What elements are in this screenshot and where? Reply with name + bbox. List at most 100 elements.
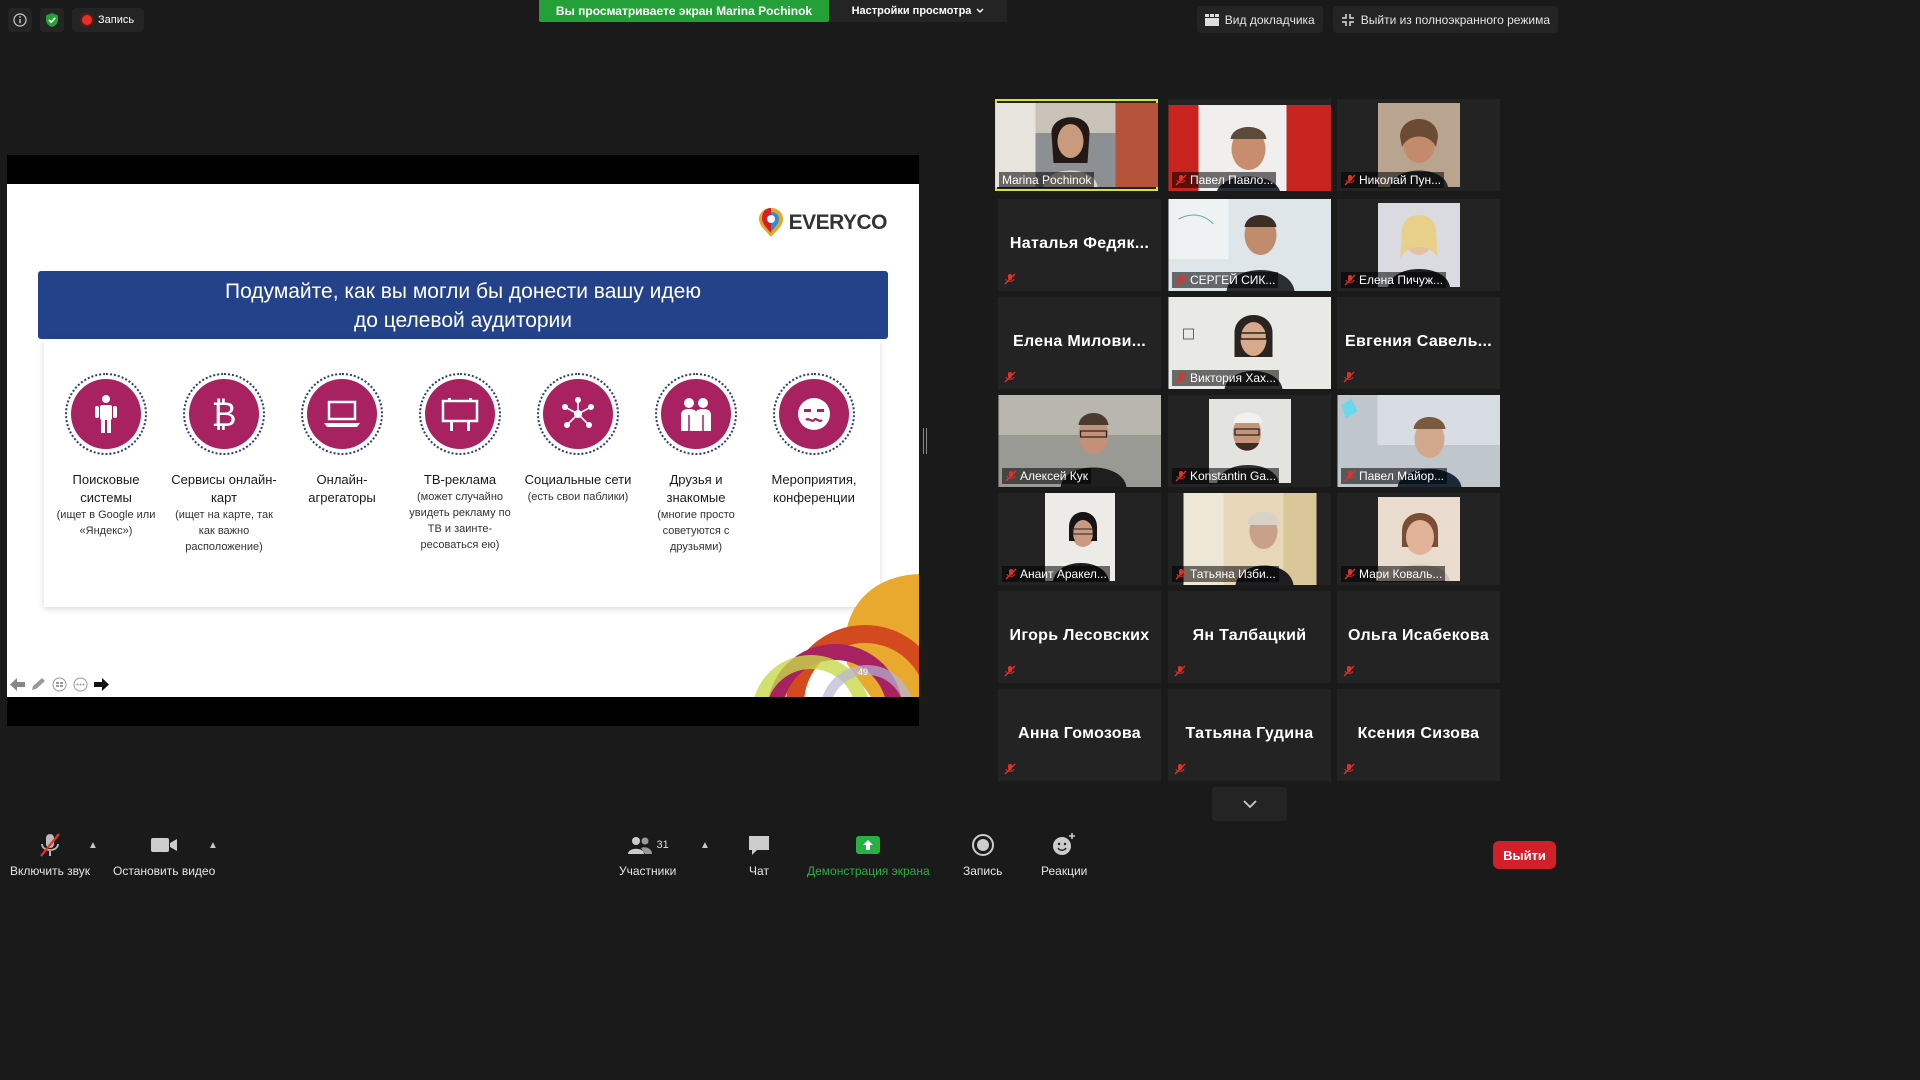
- shared-screen[interactable]: EVERYCO Подумайте, как вы могли бы донес…: [7, 155, 919, 726]
- participant-tile[interactable]: Алексей Кук: [998, 395, 1161, 487]
- participant-name-label: Анаит Аракел...: [1002, 566, 1110, 582]
- slide-navigation-toolbar: [9, 677, 110, 692]
- participant-tile[interactable]: Ян Талбацкий: [1168, 591, 1331, 683]
- participant-tile[interactable]: Наталья Федяк...: [998, 199, 1161, 291]
- channel-title: Онлайн-агрегаторы: [308, 472, 376, 505]
- participant-tile[interactable]: Николай Пун...: [1337, 99, 1500, 191]
- slide-title: Подумайте, как вы могли бы донести вашу …: [38, 271, 888, 339]
- muted-mic-icon: [1174, 665, 1186, 677]
- speaker-view-button[interactable]: Вид докладчика: [1196, 6, 1323, 33]
- gallery-next-page-button[interactable]: [1212, 787, 1287, 821]
- split-resize-handle[interactable]: [923, 428, 926, 454]
- more-options-icon[interactable]: [72, 677, 89, 692]
- view-settings-label: Настройки просмотра: [851, 5, 972, 17]
- channel-item: Поисковые системы (ищет в Google или «Ян…: [51, 373, 161, 539]
- participant-name: СЕРГЕЙ СИК...: [1190, 273, 1276, 287]
- participant-name: Мари Коваль...: [1359, 567, 1443, 581]
- participant-name-large: Татьяна Гудина: [1185, 725, 1314, 742]
- participant-tile[interactable]: Татьяна Гудина: [1168, 689, 1331, 781]
- channel-item: ₿ Сервисы онлайн-карт (ищет на карте, та…: [169, 373, 279, 555]
- participant-tile[interactable]: Ксения Сизова: [1337, 689, 1500, 781]
- channel-title: Мероприятия, конференции: [771, 472, 857, 505]
- stop-video-button[interactable]: Остановить видео: [113, 832, 215, 878]
- participant-tile[interactable]: Игорь Лесовских: [998, 591, 1161, 683]
- participant-name: Николай Пун...: [1359, 173, 1442, 187]
- channel-subtitle: (ищет в Google или «Яндекс»): [56, 509, 156, 537]
- participant-tile[interactable]: Елена Милови...: [998, 297, 1161, 389]
- recording-indicator[interactable]: Запись: [72, 8, 145, 32]
- share-screen-button[interactable]: Демонстрация экрана: [807, 832, 930, 878]
- muted-mic-icon: [1005, 470, 1017, 482]
- audio-options-caret[interactable]: ▲: [88, 840, 98, 851]
- participant-name-large: Елена Милови...: [1013, 333, 1146, 350]
- next-slide-icon[interactable]: [93, 677, 110, 692]
- participant-name-label: Виктория Хах...: [1172, 370, 1280, 386]
- muted-mic-icon: [1343, 763, 1355, 775]
- channel-subtitle: (ищет на карте, так как важно расположен…: [175, 509, 273, 553]
- participant-name-large: Ксения Сизова: [1357, 725, 1480, 742]
- info-icon: [13, 13, 27, 27]
- meeting-toolbar: Включить звук ▲ Остановить видео ▲ 31 Уч…: [0, 822, 1568, 882]
- participant-tile[interactable]: Виктория Хах...: [1168, 297, 1331, 389]
- participant-tile[interactable]: СЕРГЕЙ СИК...: [1168, 199, 1331, 291]
- channel-item: Онлайн-агрегаторы: [287, 373, 397, 507]
- video-options-caret[interactable]: ▲: [208, 840, 218, 851]
- participant-tile[interactable]: Евгения Савель...: [1337, 297, 1500, 389]
- participant-tile[interactable]: Павел Майор...: [1337, 395, 1500, 487]
- reactions-button[interactable]: Реакции: [1041, 832, 1087, 878]
- channel-title: Социальные сети: [524, 472, 632, 487]
- previous-slide-icon[interactable]: [9, 677, 26, 692]
- view-settings-dropdown[interactable]: Настройки просмотра: [829, 0, 1007, 22]
- zoom-meeting-window: Запись Вы просматриваете экран Marina Po…: [0, 0, 1568, 882]
- channel-subtitle: (многие просто советуются с друзьями): [657, 509, 735, 553]
- billboard-icon: [441, 398, 479, 431]
- muted-mic-icon: [1343, 665, 1355, 677]
- video-camera-icon: [151, 838, 178, 852]
- chevron-down-icon: [1242, 800, 1257, 809]
- participant-name-label: Павел Павло...: [1172, 172, 1277, 188]
- exit-fullscreen-button[interactable]: Выйти из полноэкранного режима: [1332, 6, 1558, 33]
- decorative-rings: [754, 574, 919, 697]
- leave-meeting-button[interactable]: Выйти: [1493, 841, 1556, 869]
- participant-tile[interactable]: Мари Коваль...: [1337, 493, 1500, 585]
- participant-tile[interactable]: Анаит Аракел...: [998, 493, 1161, 585]
- participant-name-large: Евгения Савель...: [1345, 333, 1492, 350]
- top-right-controls: Вид докладчика Выйти из полноэкранного р…: [1196, 6, 1558, 33]
- unmute-button[interactable]: Включить звук: [10, 832, 90, 878]
- meeting-info-button[interactable]: [8, 8, 32, 32]
- participant-name: Marina Pochinok: [1002, 173, 1092, 187]
- participant-tile[interactable]: Konstantin Ga...: [1168, 395, 1331, 487]
- channel-title: ТВ-реклама: [423, 472, 497, 487]
- participant-name: Виктория Хах...: [1190, 371, 1277, 385]
- laptop-icon: [324, 400, 360, 427]
- slides-grid-icon[interactable]: [51, 677, 68, 692]
- muted-mic-icon: [1344, 470, 1356, 482]
- participant-tile[interactable]: Анна Гомозова: [998, 689, 1161, 781]
- participants-options-caret[interactable]: ▲: [700, 840, 710, 851]
- participant-tile[interactable]: Павел Павло...: [1168, 99, 1331, 191]
- muted-mic-icon: [1175, 174, 1187, 186]
- channel-item: Мероприятия, конференции: [759, 373, 869, 507]
- stop-video-label: Остановить видео: [113, 864, 216, 878]
- participants-button[interactable]: 31 Участники: [619, 832, 676, 878]
- security-button[interactable]: [40, 8, 64, 32]
- record-button[interactable]: Запись: [963, 832, 1002, 878]
- participant-tile[interactable]: Елена Пичуж...: [1337, 199, 1500, 291]
- participant-name-large: Ян Талбацкий: [1192, 627, 1307, 644]
- reactions-smiley-icon: [1053, 833, 1076, 855]
- participant-tile[interactable]: Marina Pochinok: [995, 99, 1158, 191]
- reactions-label: Реакции: [1041, 864, 1088, 878]
- mask-icon: [798, 398, 830, 430]
- participant-name-label: Konstantin Ga...: [1172, 468, 1280, 484]
- participant-tile[interactable]: Татьяна Изби...: [1168, 493, 1331, 585]
- participant-name-large: Игорь Лесовских: [1009, 627, 1150, 644]
- channel-title: Сервисы онлайн-карт: [171, 472, 277, 505]
- participant-name-large: Наталья Федяк...: [1009, 235, 1150, 252]
- chat-button[interactable]: Чат: [747, 832, 771, 878]
- pen-icon[interactable]: [30, 677, 47, 692]
- participant-name: Татьяна Изби...: [1190, 567, 1276, 581]
- participant-tile[interactable]: Ольга Исабекова: [1337, 591, 1500, 683]
- logo-text: EVERYCO: [788, 211, 888, 234]
- participant-name-large: Ольга Исабекова: [1347, 627, 1490, 644]
- participant-name: Анаит Аракел...: [1020, 567, 1107, 581]
